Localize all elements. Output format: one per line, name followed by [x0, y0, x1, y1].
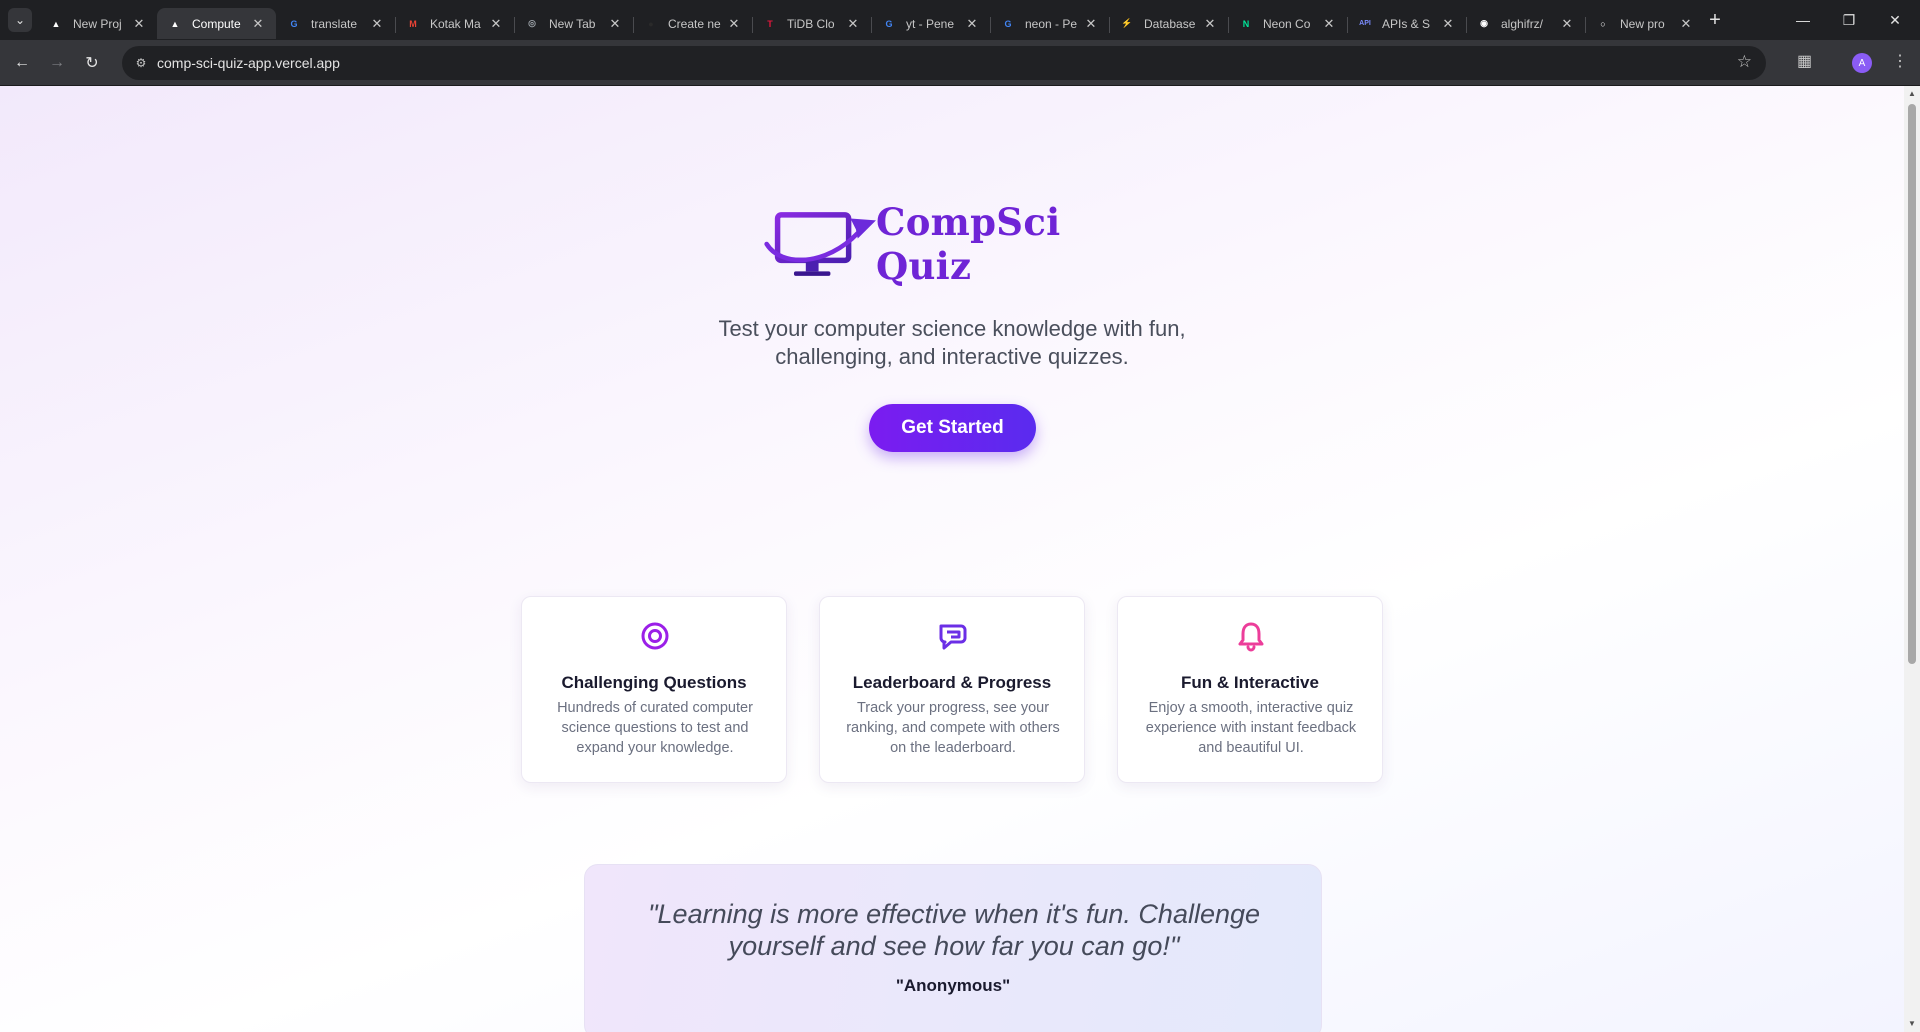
forward-arrow-icon[interactable]: → — [45, 51, 69, 75]
browser-tab[interactable]: N Neon Co ✕ — [1228, 8, 1347, 39]
feature-title: Leaderboard & Progress — [852, 673, 1052, 692]
tab-title: TiDB Clo — [787, 16, 835, 31]
tab-close-icon[interactable]: ✕ — [1678, 16, 1694, 32]
feature-card-leaderboard: Leaderboard & Progress Track your progre… — [819, 596, 1085, 783]
tab-close-icon[interactable]: ✕ — [1559, 16, 1575, 32]
scroll-thumb[interactable] — [1908, 104, 1916, 664]
scroll-up-arrow-icon[interactable]: ▲ — [1908, 90, 1916, 98]
browser-tab[interactable]: ◎ New Tab ✕ — [514, 8, 633, 39]
tab-title: New Proj — [73, 16, 122, 31]
google-icon: G — [290, 18, 298, 29]
tab-title: New Tab — [549, 16, 596, 31]
feature-description: Track your progress, see your ranking, a… — [846, 700, 1060, 756]
scroll-down-arrow-icon[interactable]: ▼ — [1908, 1020, 1916, 1028]
tab-close-icon[interactable]: ✕ — [726, 16, 742, 32]
tab-title: Compute — [192, 16, 241, 31]
restore-icon[interactable]: ❐ — [1826, 0, 1872, 40]
browser-tab[interactable]: API APIs & S ✕ — [1347, 8, 1466, 39]
site-info-icon[interactable]: ⚙ — [131, 53, 151, 73]
bookmark-star-icon[interactable]: ☆ — [1737, 52, 1752, 72]
tab-title: Kotak Ma — [430, 16, 481, 31]
page-scrollbar[interactable]: ▲ ▼ — [1904, 86, 1920, 1032]
address-bar[interactable]: ⚙ comp-sci-quiz-app.vercel.app ☆ — [122, 46, 1766, 80]
feature-description: Enjoy a smooth, interactive quiz experie… — [1145, 700, 1357, 756]
feature-description: Hundreds of curated computer science que… — [557, 700, 753, 756]
tab-close-icon[interactable]: ✕ — [250, 16, 266, 32]
tab-title: Database — [1144, 16, 1196, 31]
browser-tab[interactable]: M Kotak Ma ✕ — [395, 8, 514, 39]
vercel-triangle-icon: ▲ — [170, 18, 180, 29]
browser-tab[interactable]: ◉ alghifrz/ ✕ — [1466, 8, 1585, 39]
tab-title: translate — [311, 16, 358, 31]
tab-close-icon[interactable]: ✕ — [488, 16, 504, 32]
tab-title: alghifrz/ — [1501, 16, 1544, 31]
google-icon: G — [885, 18, 893, 29]
chrome-icon: ◎ — [528, 18, 536, 28]
tab-title: Neon Co — [1263, 16, 1311, 31]
profile-avatar[interactable]: A — [1852, 53, 1872, 73]
extensions-puzzle-icon[interactable]: ▦ — [1797, 51, 1812, 71]
feature-title: Fun & Interactive — [1181, 673, 1319, 692]
brand-logo[interactable]: CompSci Quiz — [763, 200, 1143, 288]
chat-icon — [939, 624, 967, 650]
browser-toolbar: ← → ↻ ⚙ comp-sci-quiz-app.vercel.app ☆ ▦… — [0, 40, 1920, 86]
brand-name: CompSci Quiz — [875, 200, 1061, 288]
window-close-icon[interactable]: ✕ — [1872, 0, 1918, 40]
quote-card: "Learning is more effective when it's fu… — [584, 864, 1322, 1032]
tab-search-chevron-icon[interactable]: ⌄ — [8, 8, 32, 32]
gmail-icon: M — [409, 18, 417, 29]
tab-close-icon[interactable]: ✕ — [1083, 16, 1099, 32]
target-icon — [641, 622, 669, 650]
new-tab-plus-icon[interactable]: + — [1704, 9, 1726, 31]
hero-tagline: Test your computer science knowledge wit… — [718, 316, 1186, 369]
monitor-rocket-logo-icon — [764, 212, 876, 276]
neon-icon: N — [1242, 18, 1250, 29]
browser-tab[interactable]: Gneon - Pe ✕ — [990, 8, 1109, 39]
tab-close-icon[interactable]: ✕ — [1440, 16, 1456, 32]
tab-close-icon[interactable]: ✕ — [1202, 16, 1218, 32]
tab-title: APIs & S — [1382, 16, 1431, 31]
tab-close-icon[interactable]: ✕ — [369, 16, 385, 32]
supabase-icon: ⚡ — [1121, 18, 1133, 28]
github-icon: ◉ — [1480, 18, 1488, 28]
quote-author: "Anonymous" — [895, 976, 1011, 995]
browser-tab[interactable]: ● Create ne ✕ — [633, 8, 752, 39]
browser-tab[interactable]: Gyt - Pene ✕ — [871, 8, 990, 39]
get-started-button[interactable]: Get Started — [869, 404, 1036, 452]
minimize-icon[interactable]: — — [1780, 0, 1826, 40]
browser-tab[interactable]: ▲ New Proj ✕ — [38, 8, 157, 39]
browser-tab[interactable]: Gtranslate ✕ — [276, 8, 395, 39]
tab-close-icon[interactable]: ✕ — [845, 16, 861, 32]
back-arrow-icon[interactable]: ← — [10, 51, 34, 75]
tab-close-icon[interactable]: ✕ — [1321, 16, 1337, 32]
tab-close-icon[interactable]: ✕ — [607, 16, 623, 32]
page-viewport: CompSci Quiz Test your computer science … — [0, 86, 1904, 1032]
quote-text: "Learning is more effective when it's fu… — [647, 899, 1261, 961]
feature-card-fun-interactive: Fun & Interactive Enjoy a smooth, intera… — [1117, 596, 1383, 783]
url-text[interactable]: comp-sci-quiz-app.vercel.app — [157, 55, 340, 71]
reload-icon[interactable]: ↻ — [80, 51, 104, 75]
api-icon: API — [1359, 20, 1371, 27]
browser-tab[interactable]: ▲ Compute ✕ — [157, 8, 276, 39]
generic-site-icon: ○ — [1600, 18, 1606, 29]
browser-menu-icon[interactable]: ⋮ — [1892, 51, 1908, 71]
tab-title: neon - Pe — [1025, 16, 1078, 31]
vercel-triangle-icon: ▲ — [51, 18, 61, 29]
feature-title: Challenging Questions — [561, 673, 747, 692]
tab-title: New pro — [1620, 16, 1665, 31]
tab-list: ▲ New Proj ✕ ▲ Compute ✕ Gtranslate ✕ M Kotak Ma ✕… — [38, 5, 1704, 40]
browser-tab[interactable]: ○ New pro ✕ — [1585, 8, 1704, 39]
tidb-icon: T — [767, 18, 773, 29]
bell-icon — [1238, 622, 1264, 652]
tab-close-icon[interactable]: ✕ — [131, 16, 147, 32]
tab-strip: ⌄ ▲ New Proj ✕ ▲ Compute ✕ Gtranslate ✕ M Kotak M… — [0, 0, 1920, 40]
google-icon: G — [1004, 18, 1012, 29]
tab-close-icon[interactable]: ✕ — [964, 16, 980, 32]
feature-card-challenging-questions: Challenging Questions Hundreds of curate… — [521, 596, 787, 783]
browser-tab[interactable]: ⚡ Database ✕ — [1109, 8, 1228, 39]
dark-site-icon: ● — [648, 18, 654, 29]
browser-tab[interactable]: T TiDB Clo ✕ — [752, 8, 871, 39]
tab-title: yt - Pene — [906, 16, 955, 31]
tab-title: Create ne — [668, 16, 721, 31]
